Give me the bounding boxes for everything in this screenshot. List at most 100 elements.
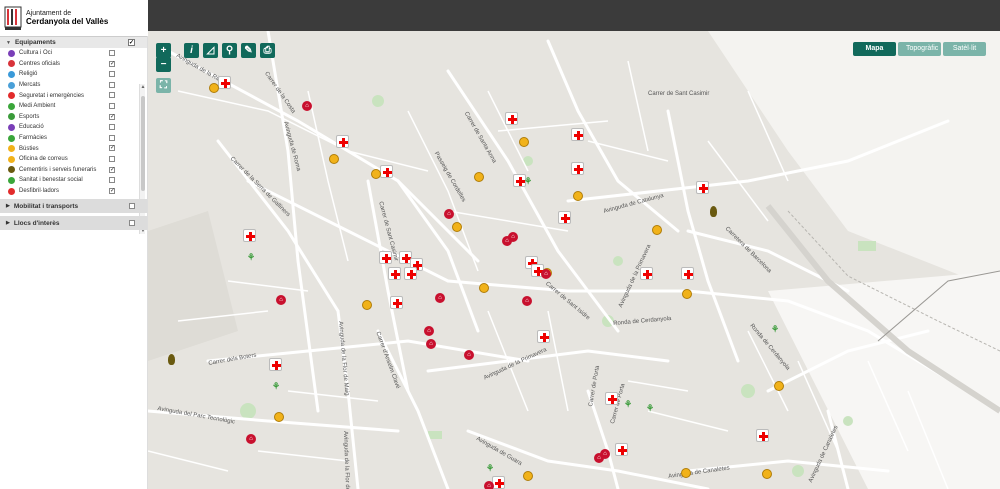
- official-centre-marker-icon[interactable]: ⌂: [424, 326, 434, 336]
- layer-checkbox[interactable]: ✓: [109, 166, 115, 173]
- sports-marker-icon[interactable]: ⚘: [523, 176, 533, 186]
- layer-checkbox[interactable]: [109, 81, 115, 88]
- layer-item[interactable]: Desfibril·ladors ✓: [0, 186, 147, 196]
- official-centre-marker-icon[interactable]: ⌂: [541, 269, 551, 279]
- mailbox-marker-icon[interactable]: [681, 468, 691, 478]
- official-centre-marker-icon[interactable]: ⌂: [522, 296, 532, 306]
- layer-checkbox[interactable]: [109, 124, 115, 131]
- defibrillator-marker-icon[interactable]: [388, 267, 401, 280]
- layer-checkbox[interactable]: ✓: [109, 113, 115, 120]
- draw-button[interactable]: ✎: [241, 43, 256, 58]
- layer-item[interactable]: Educació: [0, 122, 147, 133]
- defibrillator-marker-icon[interactable]: [404, 267, 417, 280]
- defibrillator-marker-icon[interactable]: [571, 162, 584, 175]
- sports-marker-icon[interactable]: ⚘: [271, 381, 281, 391]
- layer-checkbox[interactable]: [109, 155, 115, 162]
- defibrillator-marker-icon[interactable]: [696, 181, 709, 194]
- mailbox-marker-icon[interactable]: [774, 381, 784, 391]
- defibrillator-marker-icon[interactable]: [336, 135, 349, 148]
- defibrillator-marker-icon[interactable]: [243, 229, 256, 242]
- mailbox-marker-icon[interactable]: [523, 471, 533, 481]
- cemetery-marker-icon[interactable]: [168, 354, 175, 365]
- defibrillator-marker-icon[interactable]: [380, 165, 393, 178]
- official-centre-marker-icon[interactable]: ⌂: [435, 293, 445, 303]
- mailbox-marker-icon[interactable]: [371, 169, 381, 179]
- defibrillator-marker-icon[interactable]: [505, 112, 518, 125]
- mailbox-marker-icon[interactable]: [362, 300, 372, 310]
- defibrillator-marker-icon[interactable]: [218, 76, 231, 89]
- scroll-up-icon[interactable]: ▲: [140, 84, 146, 90]
- base-layer-button[interactable]: Topogràfic: [898, 42, 941, 56]
- mailbox-marker-icon[interactable]: [479, 283, 489, 293]
- layer-item[interactable]: Seguretat i emergències: [0, 90, 147, 101]
- mailbox-marker-icon[interactable]: [274, 412, 284, 422]
- sub-section[interactable]: ▶ Mobilitat i transports: [0, 199, 147, 213]
- base-layer-button[interactable]: Mapa: [853, 42, 896, 56]
- defibrillator-marker-icon[interactable]: [681, 267, 694, 280]
- official-centre-marker-icon[interactable]: ⌂: [464, 350, 474, 360]
- sub-section-checkbox[interactable]: [129, 203, 135, 209]
- layer-item[interactable]: Esports ✓: [0, 112, 147, 123]
- mailbox-marker-icon[interactable]: [652, 225, 662, 235]
- map-canvas[interactable]: Avinguda de la Riera Carrer de la Costa Av…: [148, 31, 1000, 489]
- defibrillator-marker-icon[interactable]: [492, 476, 505, 489]
- sports-marker-icon[interactable]: ⚘: [770, 324, 780, 334]
- defibrillator-marker-icon[interactable]: [269, 358, 282, 371]
- section-equipaments[interactable]: ▼ Equipaments ✓: [0, 36, 147, 48]
- layer-checkbox[interactable]: ✓: [109, 60, 115, 67]
- layer-item[interactable]: Medi Ambient: [0, 101, 147, 112]
- layer-item[interactable]: Oficina de correus: [0, 154, 147, 165]
- mailbox-marker-icon[interactable]: [519, 137, 529, 147]
- scroll-thumb[interactable]: [141, 96, 145, 191]
- layer-item[interactable]: Cementiris i serveis funeraris ✓: [0, 165, 147, 176]
- official-centre-marker-icon[interactable]: ⌂: [600, 449, 610, 459]
- print-button[interactable]: ⎙: [260, 43, 275, 58]
- mailbox-marker-icon[interactable]: [452, 222, 462, 232]
- layer-item[interactable]: Mercats: [0, 80, 147, 91]
- official-centre-marker-icon[interactable]: ⌂: [426, 339, 436, 349]
- layer-item[interactable]: Sanitat i benestar social: [0, 175, 147, 186]
- mailbox-marker-icon[interactable]: [682, 289, 692, 299]
- layer-checkbox[interactable]: [109, 92, 115, 99]
- layer-checkbox[interactable]: [109, 134, 115, 141]
- defibrillator-marker-icon[interactable]: [640, 267, 653, 280]
- layer-item[interactable]: Bústies ✓: [0, 143, 147, 154]
- info-button[interactable]: i: [184, 43, 199, 58]
- layer-item[interactable]: Cultura i Oci: [0, 48, 147, 59]
- official-centre-marker-icon[interactable]: ⌂: [302, 101, 312, 111]
- layer-item[interactable]: Farmàcies: [0, 133, 147, 144]
- defibrillator-marker-icon[interactable]: [558, 211, 571, 224]
- layer-checkbox[interactable]: ✓: [109, 145, 115, 152]
- layer-checkbox[interactable]: [109, 50, 115, 56]
- zoom-out-button[interactable]: −: [156, 57, 171, 72]
- measure-button[interactable]: ◿: [203, 43, 218, 58]
- cemetery-marker-icon[interactable]: [710, 206, 717, 217]
- official-centre-marker-icon[interactable]: ⌂: [246, 434, 256, 444]
- search-button[interactable]: ⚲: [222, 43, 237, 58]
- base-layer-button[interactable]: Satèl·lit: [943, 42, 986, 56]
- mailbox-marker-icon[interactable]: [474, 172, 484, 182]
- sub-section[interactable]: ▶ Llocs d'interès: [0, 216, 147, 230]
- mailbox-marker-icon[interactable]: [209, 83, 219, 93]
- defibrillator-marker-icon[interactable]: [756, 429, 769, 442]
- defibrillator-marker-icon[interactable]: [537, 330, 550, 343]
- official-centre-marker-icon[interactable]: ⌂: [484, 481, 494, 489]
- official-centre-marker-icon[interactable]: ⌂: [444, 209, 454, 219]
- official-centre-marker-icon[interactable]: ⌂: [508, 232, 518, 242]
- defibrillator-marker-icon[interactable]: [379, 251, 392, 264]
- sports-marker-icon[interactable]: ⚘: [623, 399, 633, 409]
- fullscreen-icon[interactable]: ⛶: [156, 78, 171, 93]
- layer-checkbox[interactable]: ✓: [109, 187, 115, 194]
- sub-section-checkbox[interactable]: [129, 220, 135, 226]
- layer-checkbox[interactable]: [109, 177, 115, 184]
- mailbox-marker-icon[interactable]: [762, 469, 772, 479]
- official-centre-marker-icon[interactable]: ⌂: [276, 295, 286, 305]
- zoom-in-button[interactable]: +: [156, 43, 171, 58]
- mailbox-marker-icon[interactable]: [573, 191, 583, 201]
- defibrillator-marker-icon[interactable]: [605, 392, 618, 405]
- defibrillator-marker-icon[interactable]: [615, 443, 628, 456]
- sports-marker-icon[interactable]: ⚘: [485, 463, 495, 473]
- defibrillator-marker-icon[interactable]: [390, 296, 403, 309]
- layer-checkbox[interactable]: [109, 102, 115, 109]
- sports-marker-icon[interactable]: ⚘: [645, 403, 655, 413]
